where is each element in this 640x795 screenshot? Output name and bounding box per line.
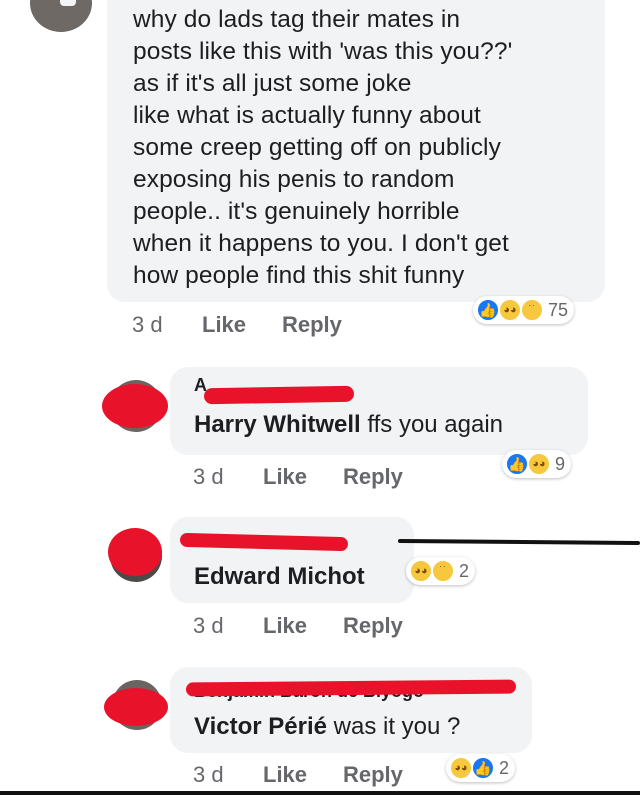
tagged-user[interactable]: Victor Périé — [194, 713, 327, 740]
reaction-count: 2 — [499, 757, 510, 778]
reply-bubble: Benjamin Baron de Biyogo Victor Périé wa… — [170, 667, 532, 753]
reply-timestamp[interactable]: 3 d — [193, 613, 224, 639]
reply-text: was it you ? — [326, 713, 461, 740]
reaction-count: 9 — [555, 453, 566, 474]
reply-link[interactable]: Reply — [343, 464, 403, 490]
haha-reaction-icon: ◕◕ — [498, 298, 522, 322]
reply-reaction-summary[interactable]: 👍 ◕◕ 9 — [502, 450, 572, 478]
main-comment-text: why do lads tag their mates in posts lik… — [133, 6, 513, 289]
comment-timestamp[interactable]: 3 d — [132, 312, 163, 338]
reaction-count: 75 — [548, 299, 569, 320]
haha-reaction-icon: ◕◕ — [409, 559, 433, 583]
commenter-avatar[interactable] — [30, 0, 92, 32]
name-redaction — [203, 385, 355, 405]
reply-link[interactable]: Reply — [343, 762, 403, 788]
tagged-user[interactable]: Edward Michot — [194, 563, 365, 590]
name-redaction — [185, 679, 517, 697]
like-link[interactable]: Like — [263, 762, 307, 788]
like-reaction-icon: 👍 — [476, 298, 500, 322]
reply-text-line: Victor Périé was it you ? — [194, 713, 460, 741]
like-reaction-icon: 👍 — [471, 756, 495, 780]
like-link[interactable]: Like — [263, 613, 307, 639]
avatar-redaction — [108, 528, 162, 576]
reply-timestamp[interactable]: 3 d — [193, 464, 224, 490]
avatar-redaction — [102, 384, 168, 428]
reply-link[interactable]: Reply — [343, 613, 403, 639]
tagged-user[interactable]: Harry Whitwell — [194, 411, 361, 438]
reply-text-line: Harry Whitwell ffs you again — [194, 411, 503, 439]
name-redaction — [179, 532, 349, 552]
reaction-count: 2 — [459, 560, 470, 581]
reply-reaction-summary[interactable]: ◕◕ 👍 2 — [446, 754, 516, 782]
sad-reaction-icon: ˙˙ — [431, 559, 455, 583]
like-link[interactable]: Like — [263, 464, 307, 490]
reply-link[interactable]: Reply — [282, 312, 342, 338]
haha-reaction-icon: ◕◕ — [527, 452, 551, 476]
bottom-border — [0, 791, 640, 795]
main-reaction-summary[interactable]: 👍 ◕◕ ˙˙ 75 — [473, 296, 575, 324]
reply-text: ffs you again — [360, 411, 504, 438]
main-comment-bubble: why do lads tag their mates in posts lik… — [107, 0, 605, 302]
haha-reaction-icon: ◕◕ — [449, 756, 473, 780]
like-reaction-icon: 👍 — [505, 452, 529, 476]
like-link[interactable]: Like — [202, 312, 246, 338]
reply-bubble: A Harry Whitwell ffs you again — [170, 367, 588, 455]
avatar-redaction — [104, 688, 168, 726]
reply-bubble: Edward Michot — [170, 517, 414, 603]
reply-text-line: Edward Michot — [194, 563, 365, 591]
drawn-line — [397, 538, 640, 546]
sad-reaction-icon: ˙˙ — [520, 298, 544, 322]
reply-timestamp[interactable]: 3 d — [193, 762, 224, 788]
reply-reaction-summary[interactable]: ◕◕ ˙˙ 2 — [406, 557, 476, 585]
